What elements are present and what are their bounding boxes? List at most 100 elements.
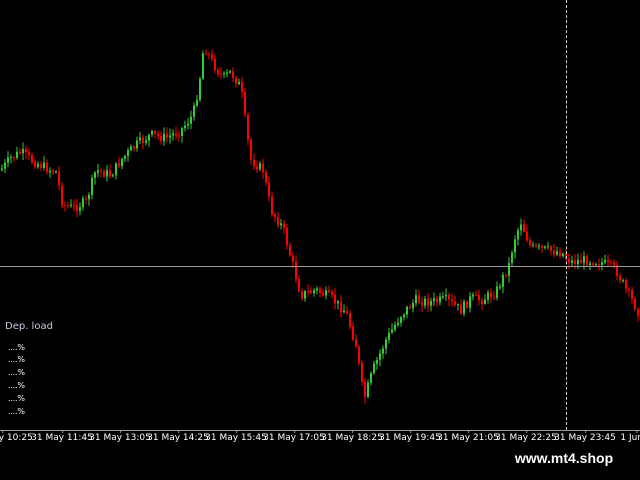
candle-bull: [79, 207, 81, 211]
candle-bull: [22, 149, 24, 154]
candle-bear: [13, 157, 15, 159]
candle-bear: [610, 262, 612, 264]
candle-bear: [478, 294, 480, 301]
candle-bull: [394, 325, 396, 330]
candle-bull: [184, 125, 186, 129]
candle-bull: [571, 260, 573, 263]
candle-bull: [547, 246, 549, 248]
candle-bull: [601, 262, 603, 266]
candle-bull: [457, 304, 459, 306]
candle-bull: [226, 72, 228, 74]
candle-bear: [103, 171, 105, 177]
candle-bear: [553, 250, 555, 255]
time-tick: 31 May 11:45: [31, 430, 93, 443]
candle-bull: [370, 373, 372, 383]
candle-bear: [607, 260, 609, 263]
candle-bear: [580, 260, 582, 263]
candle-bear: [493, 297, 495, 299]
price-chart[interactable]: [0, 0, 640, 450]
candle-bear: [613, 262, 615, 266]
dep-load-value: ....%: [8, 343, 25, 352]
candle-bull: [508, 263, 510, 276]
candle-bear: [241, 82, 243, 93]
candle-bull: [55, 171, 57, 173]
candle-bull: [94, 172, 96, 178]
time-tick: 31 May 13:05: [89, 430, 151, 443]
candle-bear: [331, 292, 333, 295]
candle-bear: [592, 263, 594, 266]
candle-bull: [463, 301, 465, 314]
candle-bear: [535, 244, 537, 247]
price-level-line[interactable]: [0, 266, 640, 267]
candle-bull: [169, 135, 171, 138]
candle-bull: [343, 310, 345, 313]
candle-bull: [415, 295, 417, 303]
candle-bull: [202, 53, 204, 79]
candle-bear: [322, 292, 324, 296]
candle-bull: [280, 223, 282, 226]
candle-bull: [520, 224, 522, 231]
candle-bull: [412, 303, 414, 309]
dep-load-value: ....%: [8, 407, 25, 416]
candle-bull: [136, 140, 138, 149]
crosshair-vertical-line[interactable]: [566, 0, 567, 430]
candle-bull: [373, 363, 375, 374]
candle-bear: [475, 294, 477, 296]
candle-bull: [49, 170, 51, 173]
candle-bear: [292, 255, 294, 262]
candle-bear: [85, 198, 87, 200]
candle-bear: [628, 289, 630, 291]
candle-bear: [301, 291, 303, 299]
candle-bear: [253, 159, 255, 167]
candle-bear: [64, 204, 66, 206]
candle-bear: [631, 290, 633, 299]
candle-bear: [247, 114, 249, 140]
candle-bull: [337, 301, 339, 304]
candle-bull: [37, 164, 39, 167]
candle-bear: [118, 163, 120, 167]
candle-bear: [550, 246, 552, 251]
candle-bear: [265, 172, 267, 183]
time-tick: 31 May 10:25: [0, 430, 33, 443]
candle-bear: [244, 92, 246, 115]
candle-bear: [436, 298, 438, 303]
candle-bull: [379, 353, 381, 360]
candle-bear: [334, 294, 336, 304]
candle-bear: [361, 363, 363, 382]
watermark-logo: www.mt4.shop: [496, 446, 632, 470]
candle-bear: [214, 58, 216, 70]
candle-bear: [454, 301, 456, 305]
candle-bull: [163, 133, 165, 142]
candle-bear: [418, 295, 420, 303]
candle-bull: [385, 339, 387, 349]
candle-bull: [400, 317, 402, 323]
candle-bear: [448, 295, 450, 300]
candle-bull: [514, 239, 516, 253]
candle-bear: [451, 299, 453, 302]
candle-bull: [124, 155, 126, 159]
candle-bull: [139, 137, 141, 141]
candle-bear: [109, 170, 111, 177]
candle-bull: [403, 314, 405, 318]
time-tick: 31 May 15:45: [205, 430, 267, 443]
candle-bear: [154, 131, 156, 134]
candle-bull: [469, 296, 471, 308]
candle-bull: [532, 244, 534, 246]
candle-bull: [229, 71, 231, 73]
candle-bull: [112, 175, 114, 177]
candle-bull: [190, 116, 192, 124]
dep-load-value: ....%: [8, 355, 25, 364]
candle-bear: [298, 279, 300, 292]
candle-bull: [589, 263, 591, 265]
candle-bear: [358, 346, 360, 364]
candle-bear: [295, 261, 297, 279]
candle-bear: [205, 53, 207, 55]
candle-bear: [34, 162, 36, 167]
candle-bull: [43, 162, 45, 168]
candle-bull: [562, 253, 564, 256]
candle-bear: [364, 381, 366, 397]
candle-bear: [262, 163, 264, 173]
candle-bull: [193, 105, 195, 117]
candle-bear: [409, 306, 411, 309]
candle-bear: [211, 54, 213, 59]
